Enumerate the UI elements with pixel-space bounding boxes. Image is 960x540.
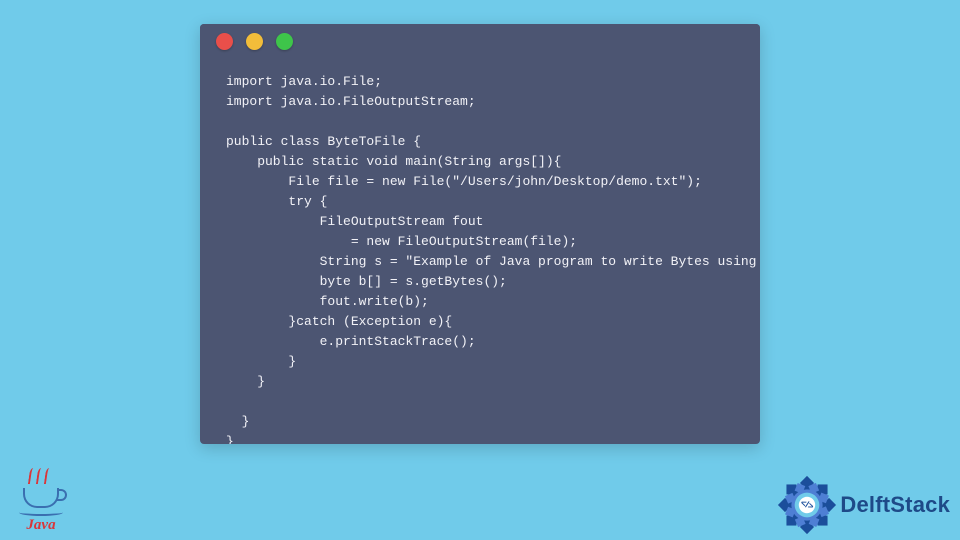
window-close-dot[interactable] bbox=[216, 33, 233, 50]
code-body: import java.io.File; import java.io.File… bbox=[200, 58, 760, 444]
java-cup-icon bbox=[23, 488, 59, 508]
window-minimize-dot[interactable] bbox=[246, 33, 263, 50]
page-root: import java.io.File; import java.io.File… bbox=[0, 0, 960, 540]
java-saucer-icon bbox=[19, 509, 63, 516]
java-logo-label: Java bbox=[14, 517, 68, 534]
delftstack-gear-icon: </> bbox=[780, 478, 834, 532]
window-titlebar bbox=[200, 24, 760, 58]
window-zoom-dot[interactable] bbox=[276, 33, 293, 50]
delftstack-logo: </> DelftStack bbox=[780, 478, 950, 532]
java-logo: Java bbox=[14, 468, 68, 534]
code-window: import java.io.File; import java.io.File… bbox=[200, 24, 760, 444]
delftstack-label: DelftStack bbox=[840, 492, 950, 518]
code-text: import java.io.File; import java.io.File… bbox=[226, 74, 760, 444]
java-steam-icon bbox=[27, 468, 55, 486]
